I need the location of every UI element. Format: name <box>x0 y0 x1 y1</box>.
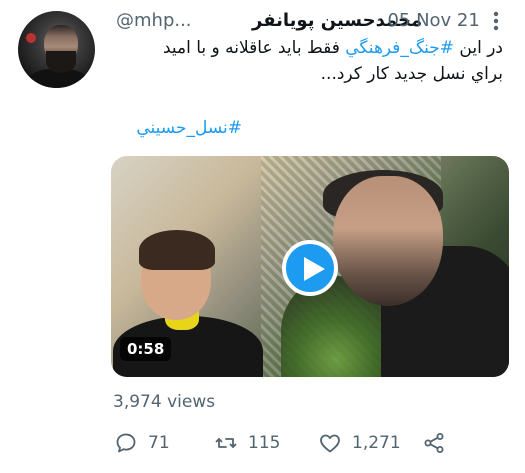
avatar-light <box>26 33 36 43</box>
play-button[interactable] <box>282 240 338 296</box>
heart-icon <box>320 434 340 453</box>
author-handle[interactable]: @mhp... <box>116 10 192 31</box>
tweet-text-line-1: در این #جنگ_فرهنگي فقط باید عاقلانه و با… <box>163 38 503 58</box>
video-duration: 0:58 <box>120 337 172 361</box>
video-man-face <box>333 176 443 306</box>
reply-count: 71 <box>148 433 170 453</box>
retweet-count: 115 <box>248 433 281 453</box>
tweet-date[interactable]: · 05 Nov 21 <box>376 10 480 31</box>
text-suffix: فقط باید عاقلانه و با امید <box>162 38 346 58</box>
text-prefix: در این <box>454 38 503 58</box>
video-child-hair <box>139 230 215 270</box>
hashtag-jang-farhangi[interactable]: #جنگ_فرهنگي <box>345 38 454 58</box>
play-icon <box>304 257 325 281</box>
retweet-icon <box>215 438 237 448</box>
share-button[interactable] <box>422 428 446 458</box>
avatar-beard <box>46 51 76 73</box>
tweet-text-line-2: براي نسل جدید کار کرد... <box>320 64 503 84</box>
action-bar: 71 115 1,271 <box>110 428 510 458</box>
hashtag-nasl-hosseini[interactable]: #نسل_حسيني <box>136 118 242 138</box>
like-button[interactable]: 1,271 <box>318 428 401 458</box>
view-count: 3,974 views <box>113 392 216 412</box>
more-vertical-icon[interactable] <box>488 10 504 32</box>
reply-icon <box>116 433 136 453</box>
retweet-button[interactable]: 115 <box>214 428 280 458</box>
video-player[interactable]: 0:58 <box>111 156 509 377</box>
reply-button[interactable]: 71 <box>114 428 170 458</box>
author-avatar[interactable] <box>18 11 95 88</box>
tweet-header: محمدحسین پویانفر @mhp... · 05 Nov 21 <box>110 8 510 34</box>
share-icon <box>424 433 444 453</box>
like-count: 1,271 <box>352 433 401 453</box>
